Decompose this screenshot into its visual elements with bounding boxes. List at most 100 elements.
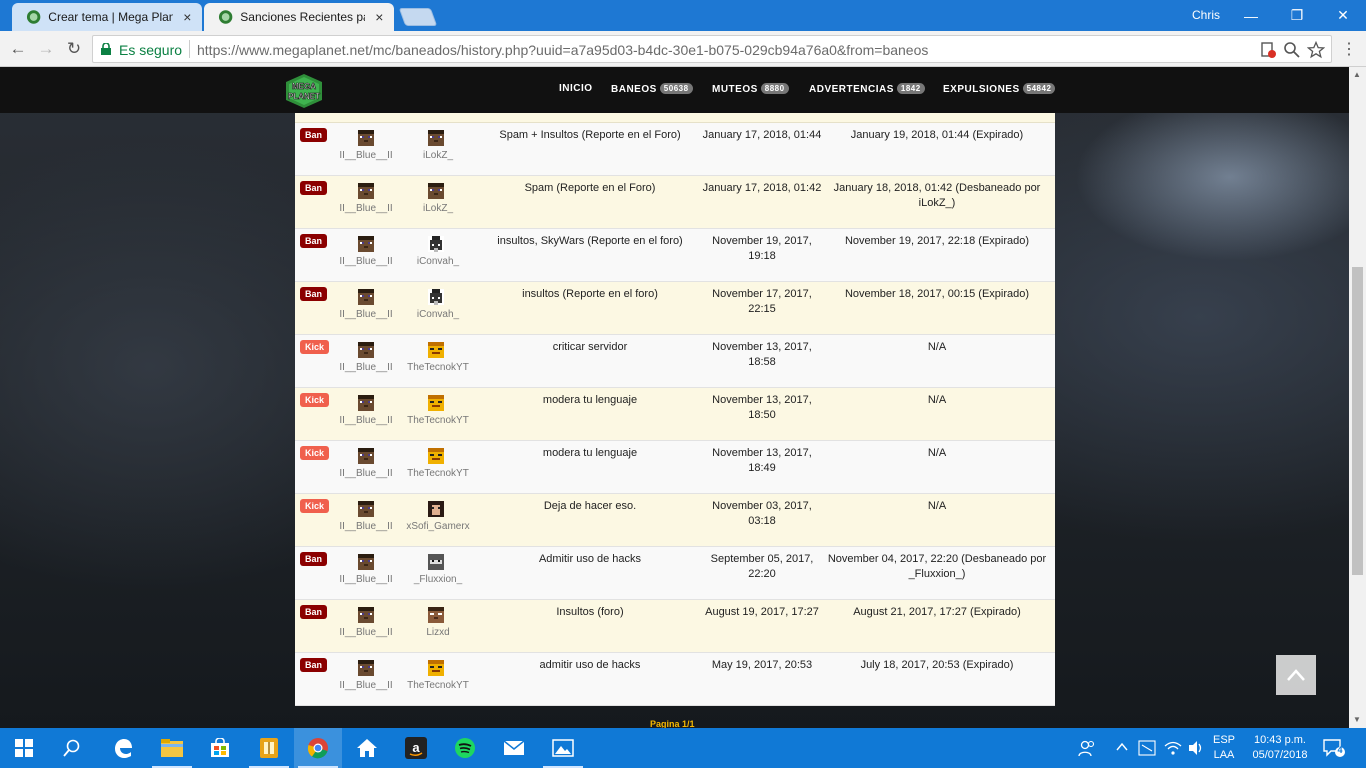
people-icon[interactable]	[1078, 739, 1096, 757]
player-skin-head-icon	[428, 395, 444, 411]
taskbar-app-orange[interactable]	[245, 728, 293, 768]
nav-muteos[interactable]: MUTEOS 8880	[712, 83, 789, 95]
back-to-top-button[interactable]	[1276, 655, 1316, 695]
megaplanet-logo[interactable]: MEGA PLANET	[283, 73, 325, 109]
browser-profile-name[interactable]: Chris	[1192, 8, 1220, 22]
page-scrollbar[interactable]: ▲ ▼	[1349, 67, 1366, 728]
sanction-expiry: N/A	[927, 500, 947, 512]
wifi-icon[interactable]	[1164, 740, 1182, 756]
staff-name[interactable]: II__Blue__II	[326, 521, 406, 532]
tab-title: Sanciones Recientes para	[240, 10, 364, 24]
browser-menu-icon[interactable]: ⋮	[1340, 39, 1358, 59]
taskbar-spotify[interactable]	[441, 728, 489, 768]
player-name[interactable]: iConvah_	[398, 256, 478, 267]
input-method-icon[interactable]	[1138, 740, 1156, 756]
player-name[interactable]: Lizxd	[398, 627, 478, 638]
taskbar-clock[interactable]: 10:43 p.m. 05/07/2018	[1246, 733, 1314, 763]
nav-advertencias[interactable]: ADVERTENCIAS 1842	[809, 83, 925, 95]
staff-name[interactable]: II__Blue__II	[326, 362, 406, 373]
staff-name[interactable]: II__Blue__II	[326, 415, 406, 426]
player-name[interactable]: TheTecnokYT	[398, 415, 478, 426]
steve-skin-head-icon	[358, 236, 374, 252]
sanction-date: November 17, 2017, 22:15	[712, 288, 812, 315]
player-name[interactable]: TheTecnokYT	[398, 680, 478, 691]
bookmark-star-icon[interactable]	[1307, 41, 1325, 59]
chevron-up-icon	[1287, 669, 1305, 681]
scrollbar-thumb[interactable]	[1352, 267, 1363, 575]
staff-name[interactable]: II__Blue__II	[326, 468, 406, 479]
scroll-down-arrow-icon[interactable]: ▼	[1353, 715, 1361, 724]
folder-icon	[161, 739, 183, 757]
player-name[interactable]: xSofi_Gamerx	[398, 521, 478, 532]
player-name[interactable]: TheTecnokYT	[398, 362, 478, 373]
back-arrow-icon[interactable]: ←	[6, 37, 30, 61]
player-name[interactable]: iConvah_	[398, 309, 478, 320]
staff-name[interactable]: II__Blue__II	[326, 309, 406, 320]
search-zoom-icon[interactable]	[1283, 41, 1301, 59]
sanction-reason: insultos (Reporte en el foro)	[522, 288, 658, 300]
taskbar-file-explorer[interactable]	[148, 728, 196, 768]
steve-skin-head-icon	[428, 130, 444, 146]
staff-name[interactable]: II__Blue__II	[326, 203, 406, 214]
nav-baneos[interactable]: BANEOS 50638	[611, 83, 693, 95]
tab-sanciones-recientes[interactable]: Sanciones Recientes para ×	[204, 3, 394, 31]
tab-close-icon[interactable]: ×	[373, 9, 386, 25]
staff-name[interactable]: II__Blue__II	[326, 256, 406, 267]
player-skin-head-icon	[428, 289, 444, 305]
steve-skin-head-icon	[358, 183, 374, 199]
sanction-date: November 03, 2017, 03:18	[712, 500, 812, 527]
pagination-label: Pagina 1/1	[650, 719, 695, 728]
sanction-reason: Admitir uso de hacks	[538, 553, 642, 565]
language-indicator[interactable]: ESP LAA	[1210, 733, 1238, 763]
search-button[interactable]	[48, 728, 96, 768]
table-row: Kick II__Blue__II TheTecnokYT modera tu …	[295, 388, 1055, 441]
start-button[interactable]	[0, 728, 48, 768]
player-name[interactable]: iLokZ_	[398, 203, 478, 214]
lock-icon	[101, 43, 111, 55]
table-row: Ban II__Blue__II Lizxd Insultos (foro) A…	[295, 600, 1055, 653]
player-name[interactable]: TheTecnokYT	[398, 468, 478, 479]
address-bar[interactable]: Es seguro https://www.megaplanet.net/mc/…	[92, 35, 1332, 63]
staff-name[interactable]: II__Blue__II	[326, 680, 406, 691]
megaplanet-favicon-icon	[218, 10, 233, 24]
address-separator	[189, 40, 190, 58]
player-name[interactable]: iLokZ_	[398, 150, 478, 161]
nav-label: MUTEOS	[712, 84, 758, 95]
nav-inicio[interactable]: INICIO	[559, 83, 593, 94]
taskbar-chrome[interactable]	[294, 728, 342, 768]
maximize-button[interactable]: ❐	[1274, 0, 1320, 31]
reload-icon[interactable]: ↻	[62, 37, 86, 61]
clock-date: 05/07/2018	[1252, 749, 1308, 761]
action-center-button[interactable]: 4	[1322, 738, 1346, 758]
steve-skin-head-icon	[358, 395, 374, 411]
nav-expulsiones[interactable]: EXPULSIONES 54842	[943, 83, 1056, 95]
taskbar-edge[interactable]	[99, 728, 147, 768]
minimize-button[interactable]: —	[1228, 0, 1274, 31]
taskbar-home[interactable]	[343, 728, 391, 768]
store-bag-icon	[211, 738, 229, 757]
logo-text-bottom: PLANET	[288, 92, 320, 101]
taskbar-mail[interactable]	[490, 728, 538, 768]
sanction-type-badge: Kick	[300, 340, 330, 354]
sanction-expiry: August 21, 2017, 17:27 (Expirado)	[853, 606, 1021, 618]
tab-close-icon[interactable]: ×	[181, 9, 194, 25]
staff-name[interactable]: II__Blue__II	[326, 574, 406, 585]
staff-name[interactable]: II__Blue__II	[326, 627, 406, 638]
tab-crear-tema[interactable]: Crear tema | Mega Planet ×	[12, 3, 202, 31]
blocked-cookies-icon[interactable]	[1259, 41, 1277, 59]
taskbar-photos[interactable]	[539, 728, 587, 768]
player-name[interactable]: _Fluxxion_	[398, 574, 478, 585]
close-window-button[interactable]: ✕	[1320, 0, 1366, 31]
chevron-up-icon[interactable]	[1116, 742, 1128, 752]
search-icon	[63, 739, 80, 757]
staff-name[interactable]: II__Blue__II	[326, 150, 406, 161]
forward-arrow-icon[interactable]: →	[34, 37, 58, 61]
taskbar-store[interactable]	[196, 728, 244, 768]
volume-icon[interactable]	[1188, 740, 1204, 756]
taskbar-amazon[interactable]: a	[392, 728, 440, 768]
scroll-up-arrow-icon[interactable]: ▲	[1353, 70, 1361, 79]
url-text[interactable]: https://www.megaplanet.net/mc/baneados/h…	[197, 42, 928, 58]
new-tab-button[interactable]	[398, 8, 438, 26]
sanction-type-badge: Ban	[300, 658, 328, 672]
sanction-expiry: November 04, 2017, 22:20 (Desbaneado por…	[827, 553, 1047, 580]
